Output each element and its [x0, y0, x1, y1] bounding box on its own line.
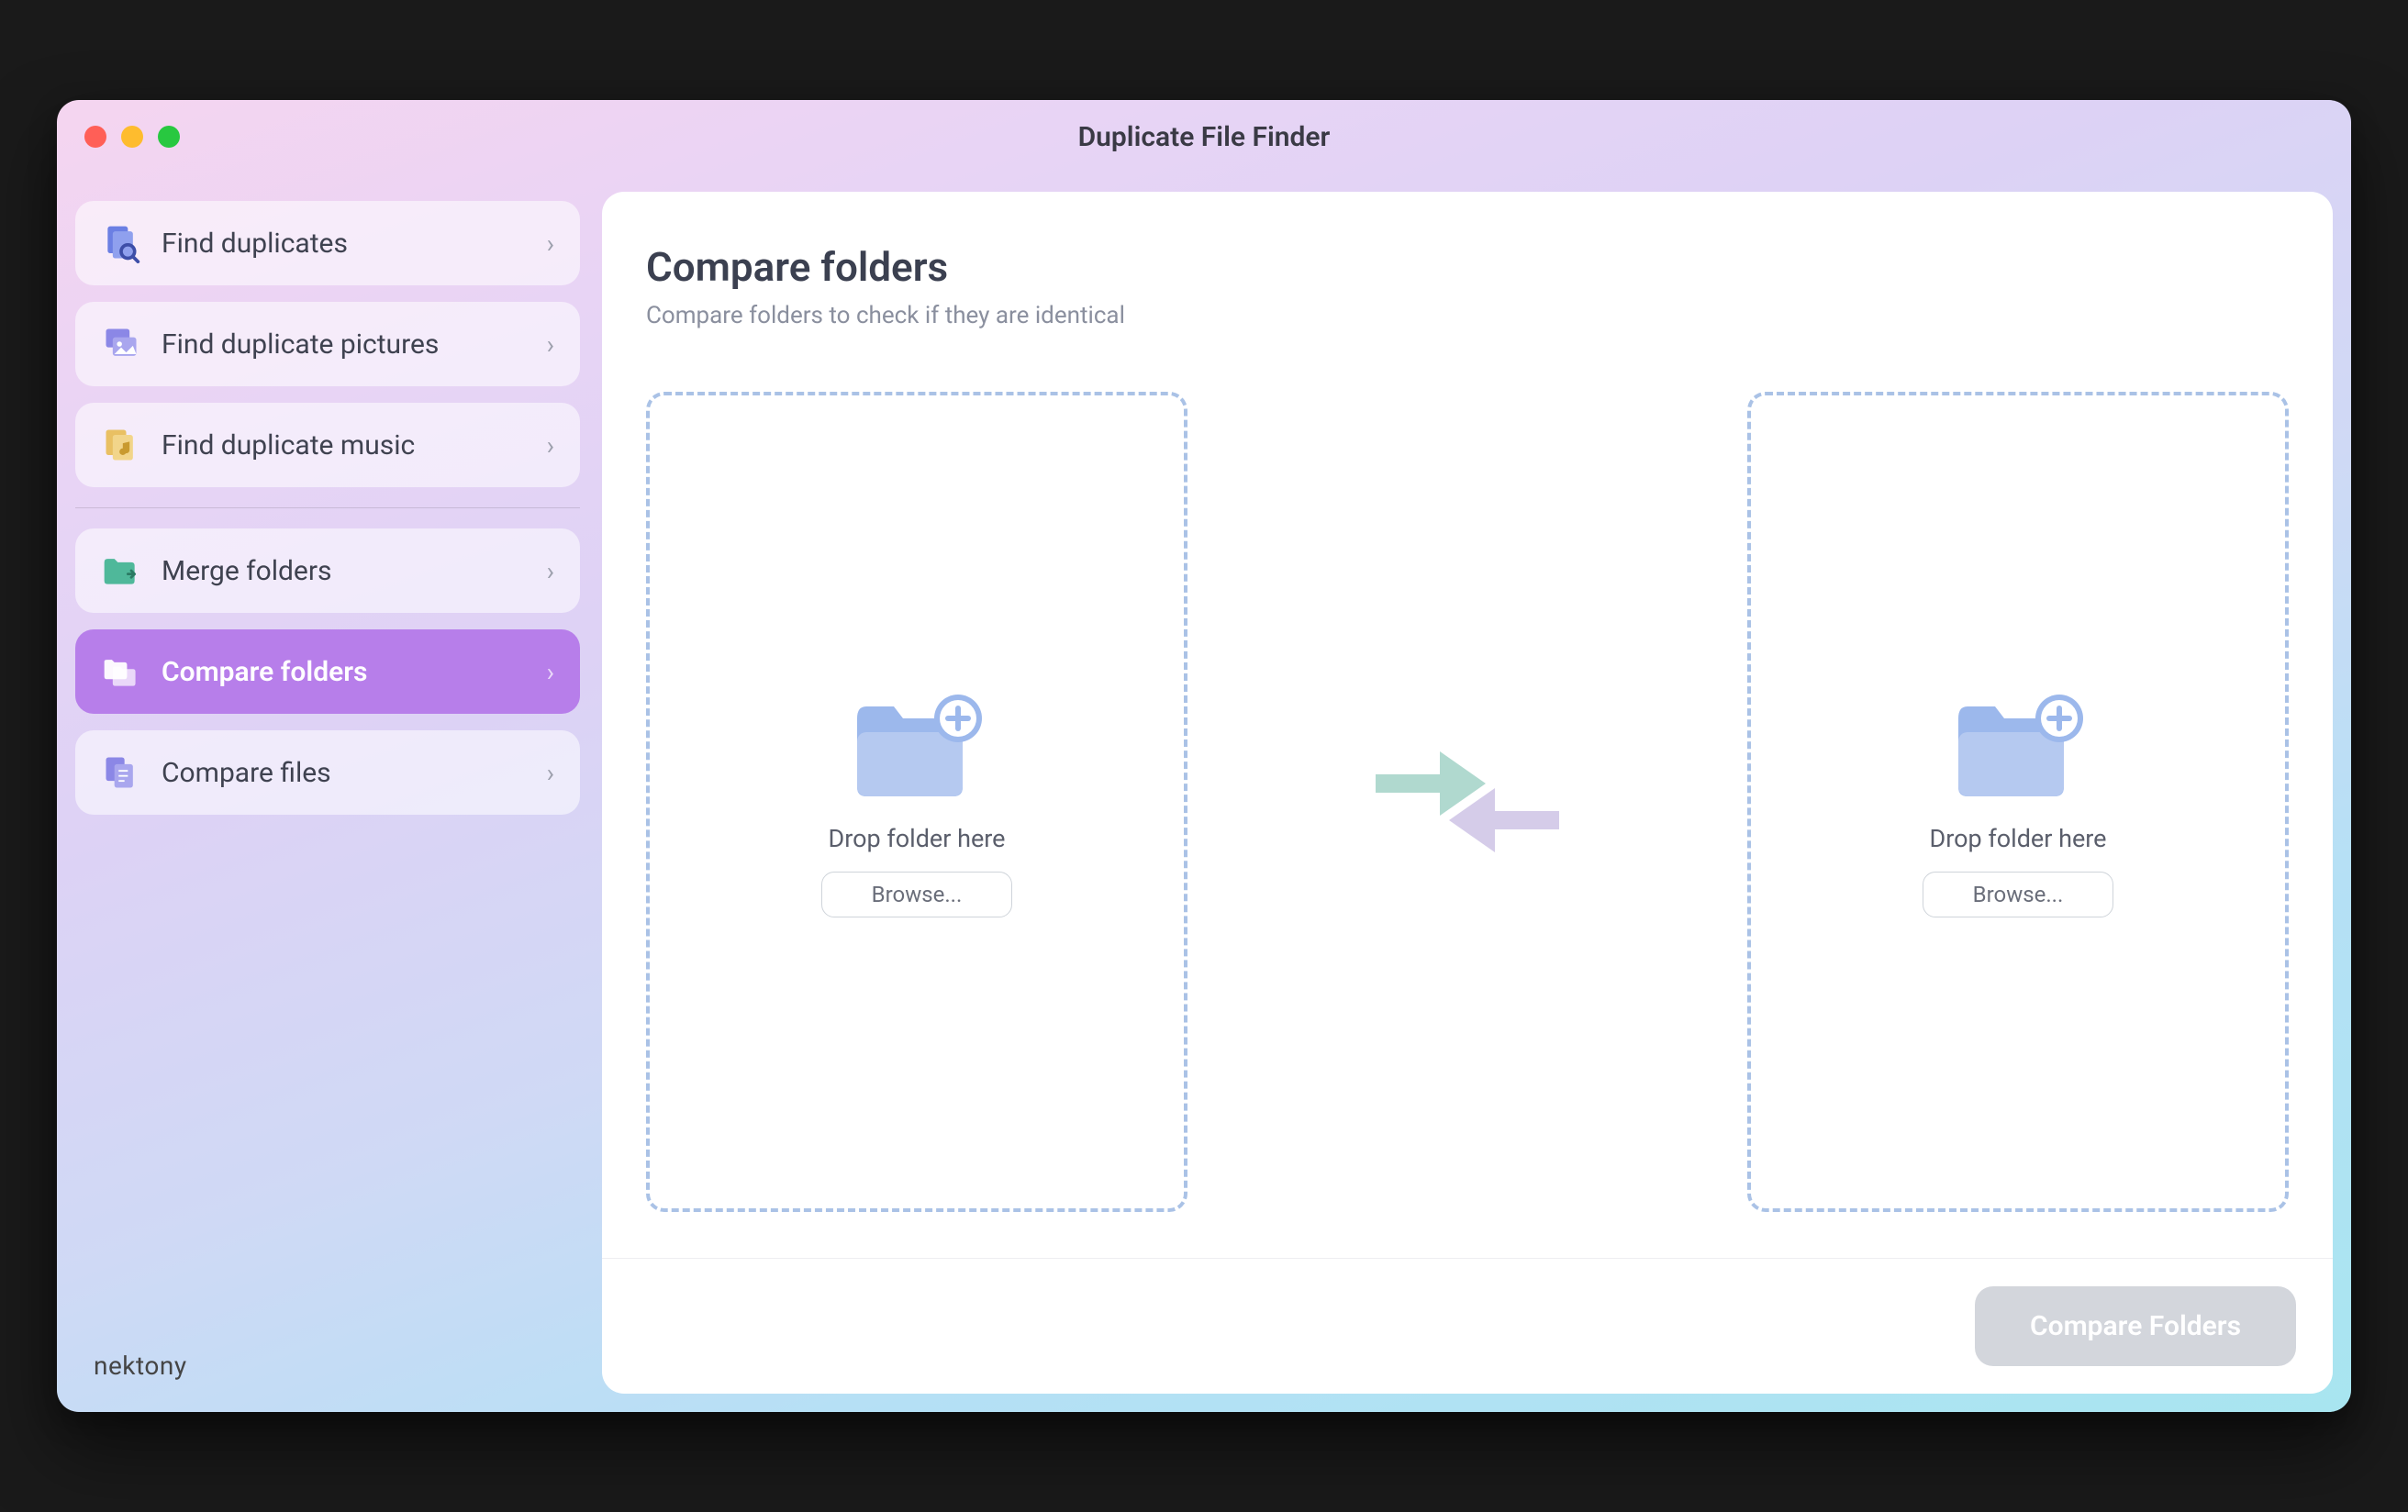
sidebar-item-label: Find duplicates — [162, 228, 527, 260]
page-title: Compare folders — [646, 243, 2289, 291]
body-area: Find duplicates › Find duplicate picture… — [57, 173, 2351, 1412]
folder-merge-icon — [101, 550, 141, 591]
sidebar-item-compare-folders[interactable]: Compare folders › — [75, 629, 580, 714]
minimize-window-button[interactable] — [121, 126, 143, 148]
chevron-right-icon: › — [547, 329, 554, 360]
sidebar-item-find-duplicate-music[interactable]: Find duplicate music › — [75, 403, 580, 487]
drop-area: Drop folder here Browse... — [602, 337, 2333, 1258]
close-window-button[interactable] — [84, 126, 106, 148]
compare-arrows-icon — [1348, 392, 1587, 1212]
sidebar-item-label: Compare folders — [162, 656, 527, 688]
titlebar: Duplicate File Finder — [57, 100, 2351, 173]
chevron-right-icon: › — [547, 657, 554, 687]
sidebar-item-label: Find duplicate pictures — [162, 328, 527, 361]
maximize-window-button[interactable] — [158, 126, 180, 148]
sidebar-item-label: Find duplicate music — [162, 429, 527, 461]
sidebar-item-find-duplicate-pictures[interactable]: Find duplicate pictures › — [75, 302, 580, 386]
sidebar-separator — [75, 507, 580, 508]
sidebar-item-label: Merge folders — [162, 555, 527, 587]
footer-bar: Compare Folders — [602, 1258, 2333, 1394]
drop-zone-label: Drop folder here — [1929, 824, 2106, 853]
drop-zone-label: Drop folder here — [828, 824, 1005, 853]
folder-compare-icon — [101, 651, 141, 692]
window-title: Duplicate File Finder — [1078, 121, 1331, 153]
window-controls — [84, 126, 180, 148]
chevron-right-icon: › — [547, 430, 554, 461]
sidebar-item-find-duplicates[interactable]: Find duplicates › — [75, 201, 580, 285]
music-icon — [101, 425, 141, 465]
sidebar-item-label: Compare files — [162, 757, 527, 789]
browse-button-left[interactable]: Browse... — [821, 872, 1013, 917]
chevron-right-icon: › — [547, 758, 554, 788]
sidebar-item-merge-folders[interactable]: Merge folders › — [75, 528, 580, 613]
main-header: Compare folders Compare folders to check… — [602, 192, 2333, 337]
brand-logo: nektony — [94, 1351, 187, 1381]
pictures-icon — [101, 324, 141, 364]
sidebar: Find duplicates › Find duplicate picture… — [75, 192, 580, 1394]
folder-add-icon — [1949, 686, 2087, 806]
browse-button-right[interactable]: Browse... — [1923, 872, 2114, 917]
page-subtitle: Compare folders to check if they are ide… — [646, 302, 2289, 329]
sidebar-item-compare-files[interactable]: Compare files › — [75, 730, 580, 815]
compare-folders-button[interactable]: Compare Folders — [1975, 1286, 2296, 1366]
drop-zone-left[interactable]: Drop folder here Browse... — [646, 392, 1187, 1212]
drop-zone-right[interactable]: Drop folder here Browse... — [1747, 392, 2289, 1212]
chevron-right-icon: › — [547, 228, 554, 259]
folder-add-icon — [848, 686, 986, 806]
file-search-icon — [101, 223, 141, 263]
chevron-right-icon: › — [547, 556, 554, 586]
app-window: Duplicate File Finder Find duplicates › — [57, 100, 2351, 1412]
file-compare-icon — [101, 752, 141, 793]
main-panel: Compare folders Compare folders to check… — [602, 192, 2333, 1394]
